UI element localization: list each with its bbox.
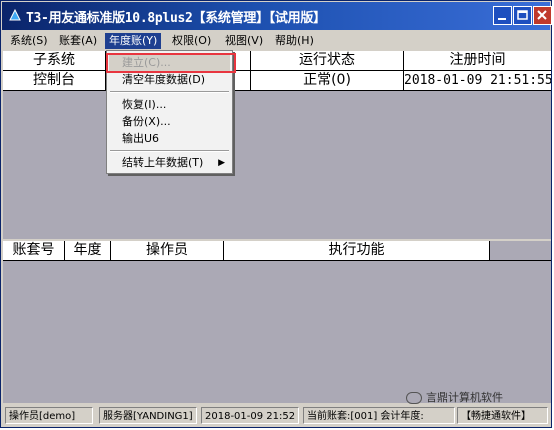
operation-header-row: 账套号 年度 操作员 执行功能 bbox=[3, 241, 551, 261]
cell-subsystem: 控制台 bbox=[3, 71, 106, 90]
menu-bar: 系统(S) 账套(A) 年度账(Y) 权限(O) 视图(V) 帮助(H) bbox=[2, 31, 550, 50]
menu-system[interactable]: 系统(S) bbox=[6, 33, 52, 49]
menu-item-export-u6[interactable]: 输出U6 bbox=[109, 131, 230, 147]
highlight-box bbox=[106, 53, 236, 73]
app-window: T3-用友通标准版10.8plus2【系统管理】【试用版】 系统(S) 账套(A… bbox=[0, 0, 552, 428]
menu-year-account[interactable]: 年度账(Y) bbox=[105, 33, 162, 49]
col-account-no: 账套号 bbox=[3, 241, 65, 260]
col-subsystem: 子系统 bbox=[3, 51, 106, 70]
status-current-account: 当前账套:[001] 会计年度: bbox=[303, 407, 455, 424]
app-icon bbox=[9, 8, 21, 21]
watermark-text: 言鼎计算机软件 bbox=[426, 391, 503, 404]
menu-item-clear-year-data[interactable]: 清空年度数据(D) bbox=[109, 72, 230, 88]
col-operator: 操作员 bbox=[111, 241, 224, 260]
maximize-icon bbox=[517, 10, 528, 20]
minimize-button[interactable] bbox=[493, 6, 512, 25]
maximize-button[interactable] bbox=[513, 6, 532, 25]
status-bar: 操作员[demo] 服务器[YANDING1] 2018-01-09 21:52… bbox=[2, 405, 550, 427]
header-filler bbox=[490, 241, 551, 260]
col-year: 年度 bbox=[65, 241, 111, 260]
menu-view[interactable]: 视图(V) bbox=[221, 33, 267, 49]
cell-register-time: 2018-01-09 21:51:55 bbox=[404, 73, 551, 88]
minimize-icon bbox=[498, 18, 506, 20]
status-product: 【畅捷通软件】 bbox=[457, 407, 548, 424]
cell-run-status: 正常(0) bbox=[251, 71, 404, 90]
menu-item-carry-forward[interactable]: 结转上年数据(T) ▶ bbox=[109, 155, 230, 171]
operation-grid: 账套号 年度 操作员 执行功能 言鼎计算机软件 bbox=[3, 241, 551, 405]
col-run-status: 运行状态 bbox=[251, 51, 404, 70]
col-function: 执行功能 bbox=[224, 241, 490, 260]
menu-permission[interactable]: 权限(O) bbox=[168, 33, 215, 49]
watermark: 言鼎计算机软件 bbox=[406, 389, 503, 405]
table-row[interactable]: 控制台 正常(0) 2018-01-09 21:51:55 bbox=[3, 71, 551, 91]
menu-item-restore[interactable]: 恢复(I)... bbox=[109, 97, 230, 113]
close-button[interactable] bbox=[533, 6, 552, 25]
menu-separator bbox=[110, 150, 229, 152]
wechat-icon bbox=[406, 392, 422, 404]
menu-account[interactable]: 账套(A) bbox=[55, 33, 101, 49]
menu-item-backup[interactable]: 备份(X)... bbox=[109, 114, 230, 130]
window-title: T3-用友通标准版10.8plus2【系统管理】【试用版】 bbox=[26, 11, 326, 26]
col-register-time: 注册时间 bbox=[449, 52, 506, 68]
subsystem-header-row: 子系统 运行状态 注册时间 bbox=[3, 51, 551, 71]
menu-separator bbox=[110, 91, 229, 93]
status-datetime: 2018-01-09 21:52 bbox=[201, 407, 299, 424]
menu-help[interactable]: 帮助(H) bbox=[271, 33, 318, 49]
status-operator: 操作员[demo] bbox=[5, 407, 93, 424]
status-server: 服务器[YANDING1] bbox=[99, 407, 197, 424]
submenu-arrow-icon: ▶ bbox=[218, 158, 225, 168]
menu-item-carry-forward-label: 结转上年数据(T) bbox=[122, 156, 204, 169]
title-bar[interactable]: T3-用友通标准版10.8plus2【系统管理】【试用版】 bbox=[2, 2, 552, 30]
subsystem-grid: 子系统 运行状态 注册时间 控制台 正常(0) 2018-01-09 21:51… bbox=[3, 51, 551, 239]
close-icon bbox=[537, 10, 547, 20]
